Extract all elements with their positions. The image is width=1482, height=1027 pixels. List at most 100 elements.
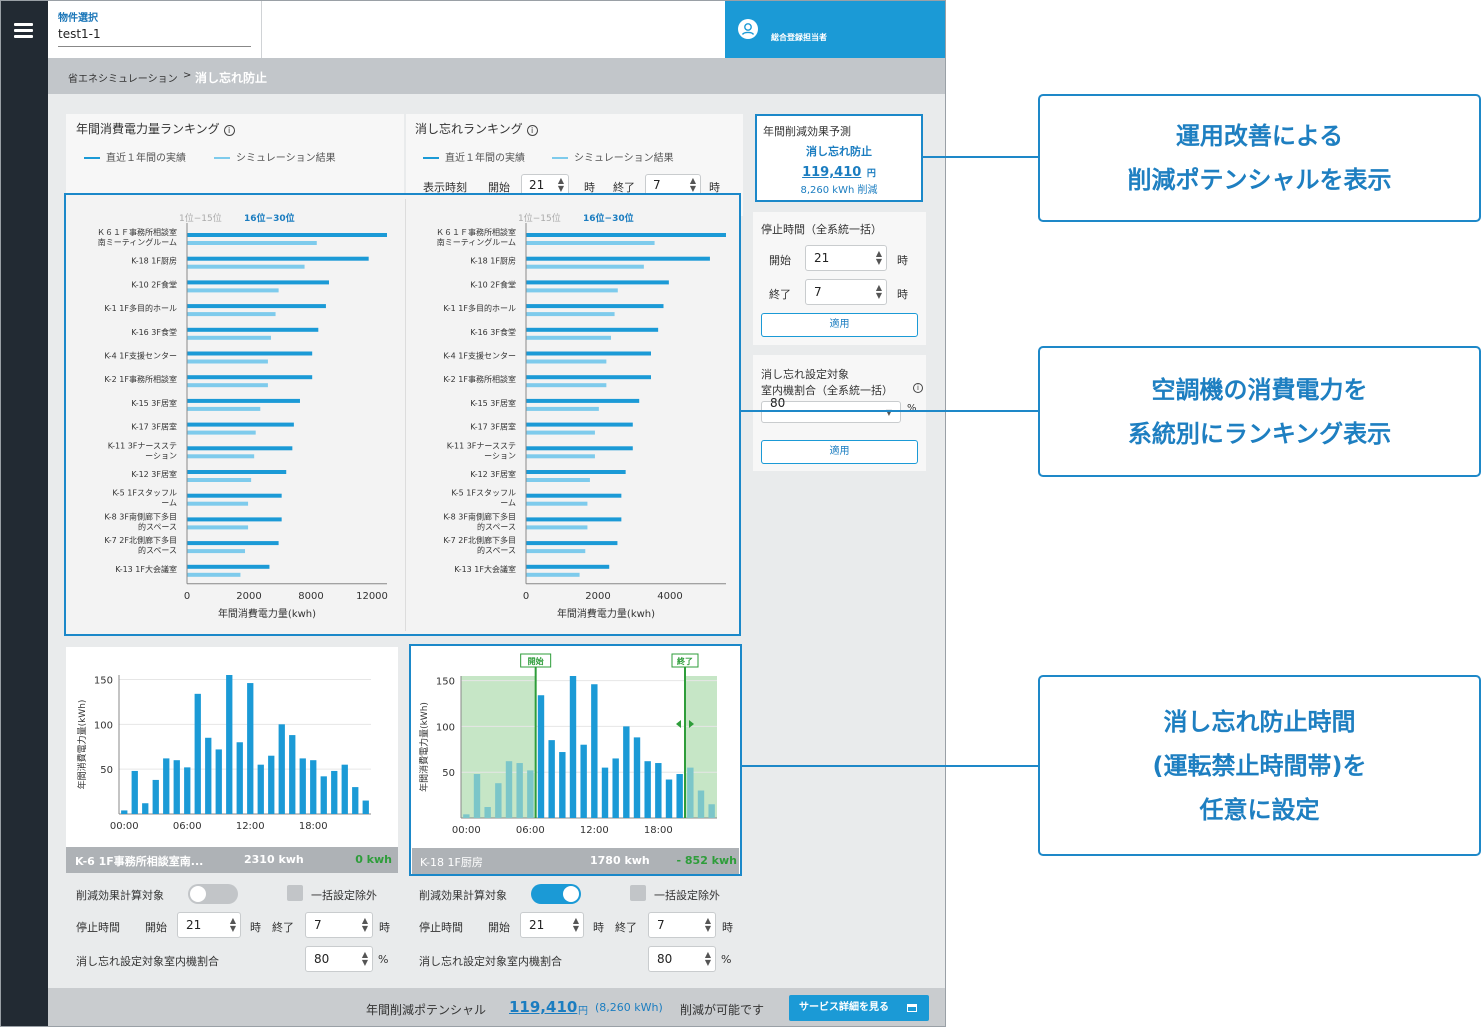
start-stepper[interactable]: 21 ▲ ▼ xyxy=(177,912,241,938)
bar-actual xyxy=(526,375,651,380)
ratio-label: 消し忘れ設定対象室内機割合 xyxy=(76,955,219,968)
hour-bar xyxy=(569,676,577,818)
legend-actual-text: 直近１年間の実績 xyxy=(106,153,186,164)
stepper-arrows-icon[interactable]: ▲ ▼ xyxy=(876,250,882,266)
stepper-arrows-icon[interactable]: ▲ ▼ xyxy=(558,177,564,193)
category-label: K-4 1F支援センター xyxy=(104,351,177,361)
x-axis-label: 年間消費電力量(kwh) xyxy=(218,607,316,620)
user-area[interactable]: 総合登録担当者 xyxy=(725,1,945,58)
breadcrumb-parent[interactable]: 省エネシミュレーション xyxy=(68,70,178,85)
effect-subtitle: 消し忘れ防止 xyxy=(806,145,872,158)
calc-target-toggle[interactable] xyxy=(188,884,238,904)
category-label: 南ミーティングルーム xyxy=(98,237,177,247)
calc-target-toggle[interactable] xyxy=(531,884,581,904)
category-label: K-18 1F厨房 xyxy=(470,256,516,266)
breadcrumb: 省エネシミュレーション > 消し忘れ防止 xyxy=(48,58,945,94)
category-label: K-17 3F居室 xyxy=(470,422,516,432)
exclude-checkbox[interactable] xyxy=(630,885,646,901)
info-icon[interactable]: i xyxy=(913,383,923,393)
bar-simulation xyxy=(187,549,246,554)
stop-start-value: 21 xyxy=(814,251,830,265)
effect-yen: 円 xyxy=(866,169,876,179)
bar-simulation xyxy=(526,264,644,269)
category-label: K-7 2F北側廊下多目 xyxy=(443,535,516,545)
property-selector[interactable]: 物件選択 test1-1 xyxy=(58,9,251,47)
hourly-chart-right[interactable]: 50 100 150 00:00 06:00 12:00 18:00 年間消費電力量(kWh)… xyxy=(411,646,740,847)
info-icon[interactable]: i xyxy=(526,125,538,136)
unit-chart-panel-left: 50 100 150 00:00 06:00 12:00 18:00 年間消費電力量(kWh)… xyxy=(66,647,398,873)
stop-start-label: 開始 xyxy=(769,254,791,267)
bar-simulation xyxy=(526,406,599,411)
hour-bar xyxy=(463,814,470,818)
exclude-checkbox[interactable] xyxy=(287,885,303,901)
stop-time-label: 停止時間 xyxy=(76,921,120,934)
start-stepper[interactable]: 21 ▲ ▼ xyxy=(520,912,584,938)
end-stepper[interactable]: 7 ▲ ▼ xyxy=(648,912,716,938)
bar-actual xyxy=(187,541,279,546)
legend-sim: シミュレーション結果 xyxy=(214,149,336,164)
forgot-ranking-chart: Ｋ６１Ｆ事務所相談室南ミーティングルーム K-18 1F厨房 K-10 2F食堂 K-… xyxy=(436,223,726,620)
stop-time-label: 停止時間 xyxy=(419,921,463,934)
bar-simulation xyxy=(526,312,615,317)
forgot-ranking-title-text: 消し忘れランキング xyxy=(415,122,523,136)
hour-bar xyxy=(247,683,254,814)
bar-actual xyxy=(526,280,669,285)
service-detail-button[interactable]: サービス詳細を見る xyxy=(789,995,929,1021)
category-label: K-8 3F南側廊下多目 xyxy=(104,511,177,521)
callout-line: (運転禁止時間帯)を xyxy=(1152,751,1367,780)
bar-actual xyxy=(187,470,287,474)
bar-actual xyxy=(526,422,633,427)
x-tick-label: 4000 xyxy=(657,591,682,602)
category-label: K-5 1Fスタッフル xyxy=(112,489,177,498)
stepper-arrows-icon[interactable]: ▲ ▼ xyxy=(705,917,711,933)
bar-simulation xyxy=(526,430,595,435)
category-label: 的スペース xyxy=(138,521,177,531)
ratio-value: 80 xyxy=(314,952,330,966)
hamburger-menu-icon[interactable] xyxy=(9,17,39,43)
bar-simulation xyxy=(526,478,590,482)
x-tick-label: 12000 xyxy=(356,591,388,602)
stepper-arrows-icon[interactable]: ▲ ▼ xyxy=(573,917,579,933)
bar-simulation xyxy=(526,572,580,577)
hour-bar xyxy=(537,695,545,818)
stop-apply-button[interactable]: 適用 xyxy=(761,313,918,337)
category-label: K-1 1F多目的ホール xyxy=(104,303,177,313)
ratio-apply-button[interactable]: 適用 xyxy=(761,440,918,464)
stepper-arrows-icon[interactable]: ▲ ▼ xyxy=(362,951,368,967)
ratio-value: 80 xyxy=(770,396,786,410)
ratio-select[interactable]: 80 ▼ xyxy=(761,396,901,423)
bar-actual xyxy=(526,351,651,356)
stepper-arrows-icon[interactable]: ▲ ▼ xyxy=(876,284,882,300)
hour-bar xyxy=(320,776,327,814)
ratio-stepper[interactable]: 80 ▲ ▼ xyxy=(305,946,373,972)
start-label: 開始 xyxy=(488,921,510,934)
end-stepper[interactable]: 7 ▲ ▼ xyxy=(305,912,373,938)
hour-bar xyxy=(548,740,555,818)
breadcrumb-current: 消し忘れ防止 xyxy=(195,71,268,85)
unit-summary-bar: K-6 1F事務所相談室南... 2310 kwh 0 kwh xyxy=(66,847,398,873)
callout-connector xyxy=(740,765,1040,767)
category-label: K-11 3Fナースステ xyxy=(108,441,177,450)
ratio-stepper[interactable]: 80 ▲ ▼ xyxy=(648,946,716,972)
stop-end-stepper[interactable]: 7 ▲ ▼ xyxy=(805,279,887,305)
bar-actual xyxy=(526,470,626,474)
category-label: ーム xyxy=(500,499,516,508)
stepper-arrows-icon[interactable]: ▲ ▼ xyxy=(362,917,368,933)
info-icon[interactable]: i xyxy=(223,125,235,136)
service-detail-label: サービス詳細を見る xyxy=(799,1002,889,1013)
bar-simulation xyxy=(187,478,252,482)
display-start-value: 21 xyxy=(529,178,545,192)
end-value: 7 xyxy=(314,918,322,932)
y-tick-label: 50 xyxy=(442,768,455,779)
category-label: K-18 1F厨房 xyxy=(131,256,177,266)
stepper-arrows-icon[interactable]: ▲ ▼ xyxy=(705,951,711,967)
exclude-label: 一括設定除外 xyxy=(311,889,377,902)
callout-line: 任意に設定 xyxy=(1199,795,1320,824)
hour-bar xyxy=(131,770,138,814)
end-label: 終了 xyxy=(615,921,637,934)
hour-bar xyxy=(687,767,694,818)
stepper-arrows-icon[interactable]: ▲ ▼ xyxy=(690,177,696,193)
stop-start-stepper[interactable]: 21 ▲ ▼ xyxy=(805,245,887,271)
hour-bar xyxy=(580,744,587,818)
stepper-arrows-icon[interactable]: ▲ ▼ xyxy=(230,917,236,933)
